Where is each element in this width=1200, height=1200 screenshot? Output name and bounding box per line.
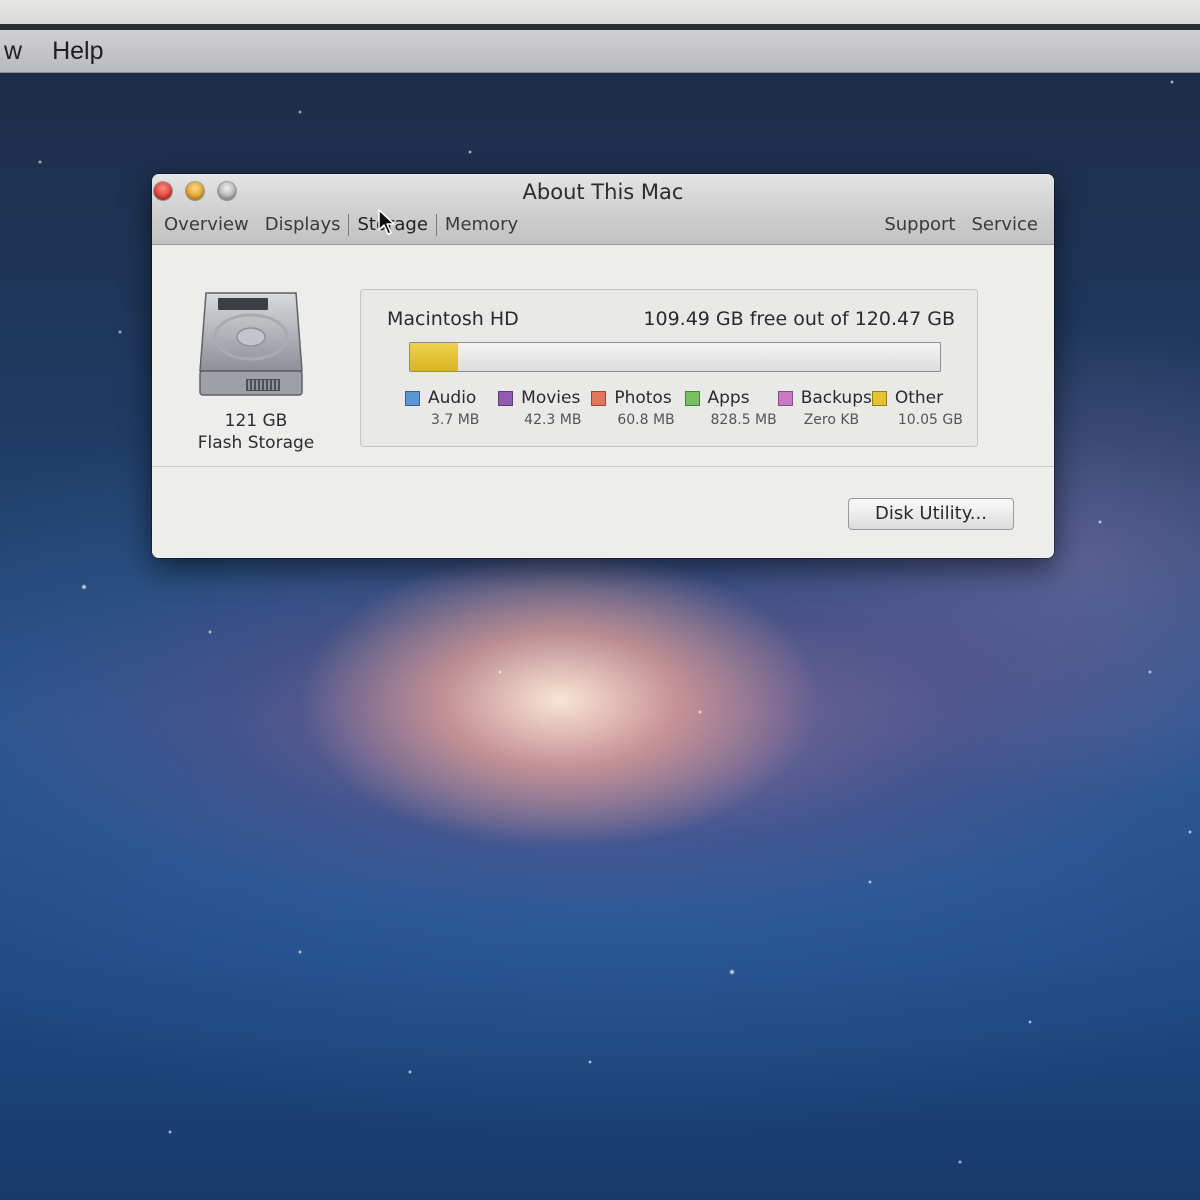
legend-item-apps: Apps 828.5 MB: [684, 388, 778, 428]
other-swatch: [871, 390, 887, 406]
tab-bar-left: Overview Displays Storage Memory: [156, 212, 526, 238]
tab-overview[interactable]: Overview: [156, 212, 257, 238]
legend-item-movies: Movies 42.3 MB: [498, 388, 591, 428]
mouse-cursor-icon: [378, 209, 395, 235]
tab-service[interactable]: Service: [963, 212, 1046, 238]
legend-item-other: Other 10.05 GB: [871, 388, 965, 428]
tab-memory[interactable]: Memory: [437, 212, 526, 238]
drive-type: Flash Storage: [197, 433, 315, 453]
desktop: w Help About This Mac Overview Displays …: [0, 0, 1200, 1200]
tab-displays[interactable]: Displays: [257, 212, 349, 238]
disk-utility-button[interactable]: Disk Utility...: [848, 498, 1014, 530]
legend-label: Apps: [707, 388, 750, 408]
storage-pane: 121 GB Flash Storage Macintosh HD 109.49…: [152, 245, 1054, 558]
drive-capacity: 121 GB: [224, 411, 288, 431]
about-this-mac-window: About This Mac Overview Displays Storage…: [152, 174, 1054, 558]
legend-label: Movies: [521, 388, 581, 408]
window-toolbar: About This Mac Overview Displays Storage…: [152, 174, 1054, 245]
legend-value: Zero KB: [803, 412, 860, 428]
volume-free-space: 109.49 GB free out of 120.47 GB: [643, 308, 955, 330]
volume-name: Macintosh HD: [387, 308, 519, 330]
apps-swatch: [684, 390, 700, 406]
storage-usage-bar: [409, 342, 941, 372]
legend-value: 10.05 GB: [897, 412, 963, 428]
backups-swatch: [777, 390, 793, 406]
legend-item-backups: Backups Zero KB: [777, 388, 872, 428]
legend-label: Photos: [614, 388, 672, 408]
menu-item-help[interactable]: Help: [42, 37, 113, 66]
photos-swatch: [591, 390, 607, 406]
legend-value: 3.7 MB: [431, 412, 480, 428]
legend-label: Backups: [800, 388, 872, 408]
legend-item-audio: Audio 3.7 MB: [405, 388, 498, 428]
storage-usage-fill: [410, 343, 459, 371]
menu-item-window[interactable]: w: [0, 37, 32, 66]
menu-bar: w Help: [0, 30, 1200, 73]
window-title: About This Mac: [522, 180, 684, 204]
legend-label: Other: [894, 388, 944, 408]
legend-value: 60.8 MB: [617, 412, 675, 428]
tab-support[interactable]: Support: [876, 212, 963, 238]
hard-drive-icon: [199, 292, 303, 396]
legend-label: Audio: [428, 388, 477, 408]
movies-swatch: [498, 390, 514, 406]
legend-value: 42.3 MB: [524, 412, 582, 428]
legend-value: 828.5 MB: [710, 412, 777, 428]
volume-panel: Macintosh HD 109.49 GB free out of 120.4…: [360, 289, 978, 447]
tab-bar-right: Support Service: [876, 212, 1046, 238]
storage-legend: Audio 3.7 MB Movies 42.3 MB Photos 60.8 …: [405, 388, 965, 428]
audio-swatch: [405, 390, 420, 406]
section-divider: [152, 466, 1054, 467]
legend-item-photos: Photos 60.8 MB: [591, 388, 684, 428]
